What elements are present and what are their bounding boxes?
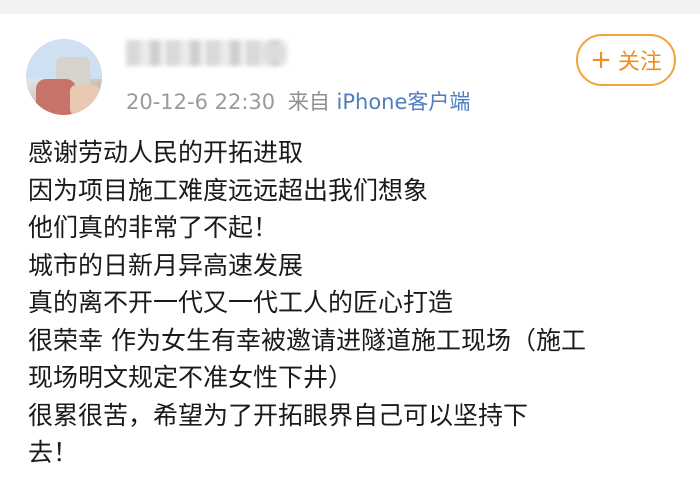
- post-line: 感谢劳动人民的开拓进取: [28, 138, 304, 167]
- top-divider: [0, 0, 700, 14]
- post-line: 现场明文规定不准女性下井）: [28, 363, 354, 392]
- weibo-post-screen: 20-12-6 22:30 来自 iPhone客户端 + 关注 感谢劳动人民的开…: [0, 0, 700, 491]
- username-blurred-tail: [262, 44, 286, 62]
- follow-button-label: 关注: [617, 50, 662, 75]
- follow-button[interactable]: + 关注: [576, 34, 676, 86]
- source-prefix: 来自: [287, 90, 330, 114]
- post-line: 很荣幸 作为女生有幸被邀请进隧道施工现场（施工: [28, 325, 586, 355]
- post-line: 很累很苦，希望为了开拓眼界自己可以坚持下: [28, 400, 529, 430]
- avatar-shape: [70, 85, 100, 115]
- source-client-link[interactable]: iPhone客户端: [337, 90, 471, 114]
- post-body: 感谢劳动人民的开拓进取 因为项目施工难度远远超出我们想象 他们真的非常了不起！ …: [28, 134, 688, 472]
- post-meta: 20-12-6 22:30 来自 iPhone客户端: [126, 86, 470, 116]
- post-line: 真的离不开一代又一代工人的匠心打造: [28, 288, 454, 317]
- post-timestamp: 20-12-6 22:30: [126, 90, 276, 114]
- plus-icon: +: [590, 45, 612, 75]
- post-line: 城市的日新月异高速发展: [28, 250, 304, 280]
- avatar[interactable]: [26, 39, 102, 115]
- post-line: 因为项目施工难度远远超出我们想象: [28, 175, 429, 205]
- post-line: 他们真的非常了不起！: [28, 213, 279, 242]
- post-line: 去！: [28, 438, 79, 467]
